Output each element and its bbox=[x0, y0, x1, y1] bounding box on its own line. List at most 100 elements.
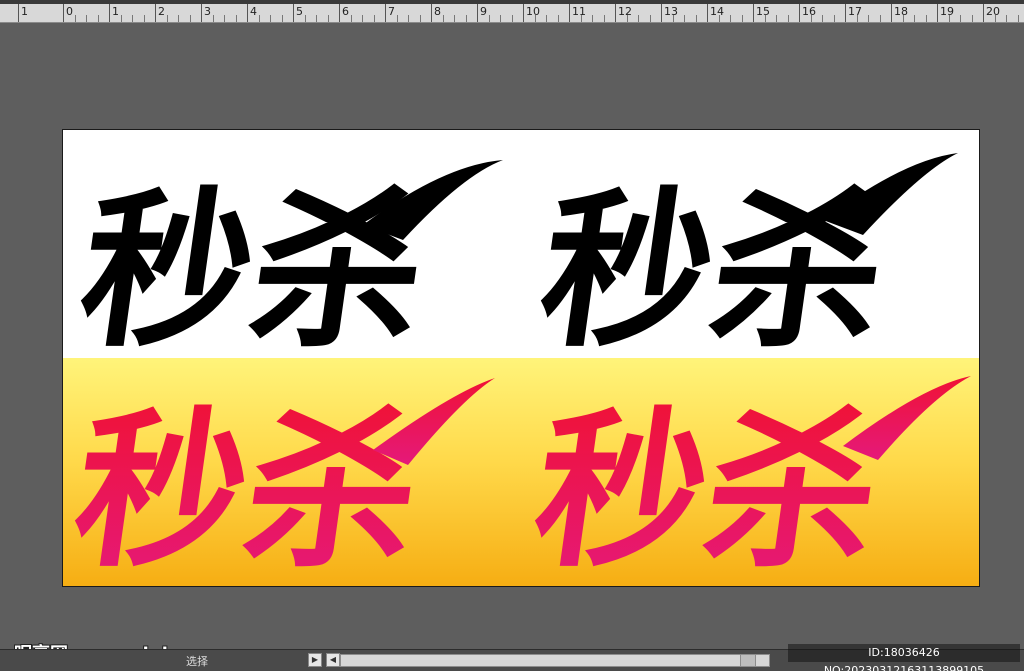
ruler-minor-tick bbox=[304, 15, 306, 22]
ruler-label: 10 bbox=[526, 5, 540, 18]
ruler-major-tick bbox=[339, 4, 340, 22]
ruler-label: 20 bbox=[986, 5, 1000, 18]
ruler-label: 7 bbox=[388, 5, 395, 18]
ruler-label: 9 bbox=[480, 5, 487, 18]
ruler-minor-tick bbox=[638, 15, 639, 22]
ruler-major-tick bbox=[753, 4, 754, 22]
ruler-major-tick bbox=[845, 4, 846, 22]
ruler-minor-tick bbox=[419, 15, 421, 22]
ruler-major-tick bbox=[615, 4, 616, 22]
ruler-minor-tick bbox=[488, 15, 490, 22]
ruler-major-tick bbox=[799, 4, 800, 22]
ruler-label: 18 bbox=[894, 5, 908, 18]
ruler-minor-tick bbox=[948, 15, 950, 22]
ruler-label: 5 bbox=[296, 5, 303, 18]
ruler-label: 15 bbox=[756, 5, 770, 18]
ruler-minor-tick bbox=[224, 15, 225, 22]
ruler-label: 3 bbox=[204, 5, 211, 18]
ruler-minor-tick bbox=[408, 15, 409, 22]
ruler-major-tick bbox=[385, 4, 386, 22]
ruler-label: 12 bbox=[618, 5, 632, 18]
ruler-label: 2 bbox=[158, 5, 165, 18]
ruler-label: 0 bbox=[66, 5, 73, 18]
ruler-minor-tick bbox=[787, 15, 789, 22]
ruler-major-tick bbox=[18, 4, 19, 22]
ruler-minor-tick bbox=[879, 15, 881, 22]
ruler-minor-tick bbox=[868, 15, 869, 22]
ruler-label: 19 bbox=[940, 5, 954, 18]
ruler-minor-tick bbox=[672, 15, 674, 22]
ruler-minor-tick bbox=[741, 15, 743, 22]
ruler-major-tick bbox=[983, 4, 984, 22]
ruler-major-tick bbox=[891, 4, 892, 22]
ruler-minor-tick bbox=[695, 15, 697, 22]
ruler-major-tick bbox=[707, 4, 708, 22]
ruler-minor-tick bbox=[833, 15, 835, 22]
scroll-right-icon[interactable]: ▶ bbox=[308, 653, 322, 667]
ruler-minor-tick bbox=[373, 15, 375, 22]
ruler-minor-tick bbox=[465, 15, 467, 22]
ruler-minor-tick bbox=[914, 15, 915, 22]
artboard[interactable]: 秒杀 秒杀 秒杀 秒杀 bbox=[62, 129, 980, 587]
ruler-minor-tick bbox=[258, 15, 260, 22]
ruler-major-tick bbox=[109, 4, 110, 22]
illustrator-window: 1 0 1 2 3 4 5 6 7 8 9 10 11 12 13 14 15 16 17 18 19 20 秒杀 秒杀 … bbox=[0, 0, 1024, 671]
ruler-label: 17 bbox=[848, 5, 862, 18]
scroll-left-icon[interactable]: ◀ bbox=[326, 653, 340, 667]
ruler-label: 16 bbox=[802, 5, 816, 18]
ruler-minor-tick bbox=[178, 15, 179, 22]
ruler-minor-tick bbox=[362, 15, 363, 22]
ruler-minor-tick bbox=[603, 15, 605, 22]
ruler-label: 4 bbox=[250, 5, 257, 18]
black-text-right: 秒杀 bbox=[529, 173, 897, 371]
ruler-minor-tick bbox=[120, 15, 122, 22]
horizontal-ruler[interactable]: 1 0 1 2 3 4 5 6 7 8 9 10 11 12 13 14 15 16 17 18 19 20 bbox=[0, 0, 1024, 23]
ruler-major-tick bbox=[247, 4, 248, 22]
ruler-minor-tick bbox=[166, 15, 168, 22]
ruler-minor-tick bbox=[212, 15, 214, 22]
ruler-minor-tick bbox=[143, 15, 145, 22]
ruler-minor-tick bbox=[86, 15, 87, 22]
ruler-minor-tick bbox=[270, 15, 271, 22]
ruler-minor-tick bbox=[327, 15, 329, 22]
ruler-minor-tick bbox=[684, 15, 685, 22]
black-text-left: 秒杀 bbox=[69, 173, 437, 371]
ruler-label: 14 bbox=[710, 5, 724, 18]
ruler-minor-tick bbox=[810, 15, 812, 22]
ruler-major-tick bbox=[201, 4, 202, 22]
ruler-major-tick bbox=[937, 4, 938, 22]
ruler-minor-tick bbox=[822, 15, 823, 22]
ruler-minor-tick bbox=[960, 15, 961, 22]
ruler-minor-tick bbox=[546, 15, 547, 22]
ruler-minor-tick bbox=[902, 15, 904, 22]
ruler-minor-tick bbox=[718, 15, 720, 22]
horizontal-scrollbar[interactable] bbox=[340, 654, 770, 667]
ruler-minor-tick bbox=[764, 15, 766, 22]
scrollbar-thumb[interactable] bbox=[740, 655, 756, 666]
ruler-label: 13 bbox=[664, 5, 678, 18]
ruler-minor-tick bbox=[511, 15, 513, 22]
ruler-minor-tick bbox=[316, 15, 317, 22]
red-text-left: 秒杀 bbox=[63, 393, 431, 587]
ruler-label: 1 bbox=[21, 5, 28, 18]
ruler-minor-tick bbox=[97, 15, 99, 22]
ruler-minor-tick bbox=[971, 15, 973, 22]
ruler-minor-tick bbox=[132, 15, 133, 22]
ruler-label: 1 bbox=[112, 5, 119, 18]
ruler-minor-tick bbox=[281, 15, 283, 22]
ruler-minor-tick bbox=[350, 15, 352, 22]
ruler-minor-tick bbox=[1006, 15, 1007, 22]
ruler-minor-tick bbox=[925, 15, 927, 22]
ruler-minor-tick bbox=[454, 15, 455, 22]
ruler-minor-tick bbox=[580, 15, 582, 22]
red-text-right: 秒杀 bbox=[523, 393, 891, 587]
ruler-major-tick bbox=[661, 4, 662, 22]
watermark-id: ID:18036426 NO:20230312163113899105 bbox=[788, 644, 1020, 671]
ruler-minor-tick bbox=[74, 15, 76, 22]
ruler-minor-tick bbox=[442, 15, 444, 22]
ruler-minor-tick bbox=[1017, 15, 1019, 22]
ruler-minor-tick bbox=[649, 15, 651, 22]
ruler-minor-tick bbox=[626, 15, 628, 22]
ruler-minor-tick bbox=[592, 15, 593, 22]
ruler-label: 11 bbox=[572, 5, 586, 18]
